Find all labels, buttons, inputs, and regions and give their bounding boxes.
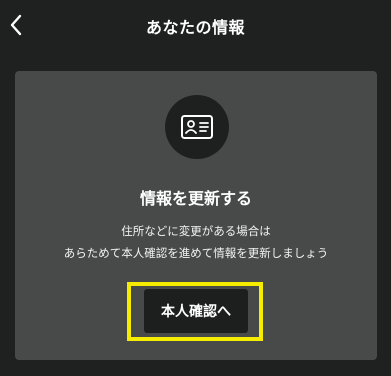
description-line-2: あらためて本人確認を進めて情報を更新しましょう: [63, 246, 329, 260]
card-description: 住所などに変更がある場合は あらためて本人確認を進めて情報を更新しましょう: [15, 220, 377, 264]
id-card-icon: [165, 95, 229, 159]
page-title: あなたの情報: [145, 18, 245, 37]
update-info-card: 情報を更新する 住所などに変更がある場合は あらためて本人確認を進めて情報を更新…: [15, 71, 377, 360]
identity-verification-button[interactable]: 本人確認へ: [144, 289, 248, 333]
app-header: あなたの情報: [0, 0, 391, 50]
card-title: 情報を更新する: [139, 189, 252, 208]
description-line-1: 住所などに変更がある場合は: [121, 224, 271, 238]
